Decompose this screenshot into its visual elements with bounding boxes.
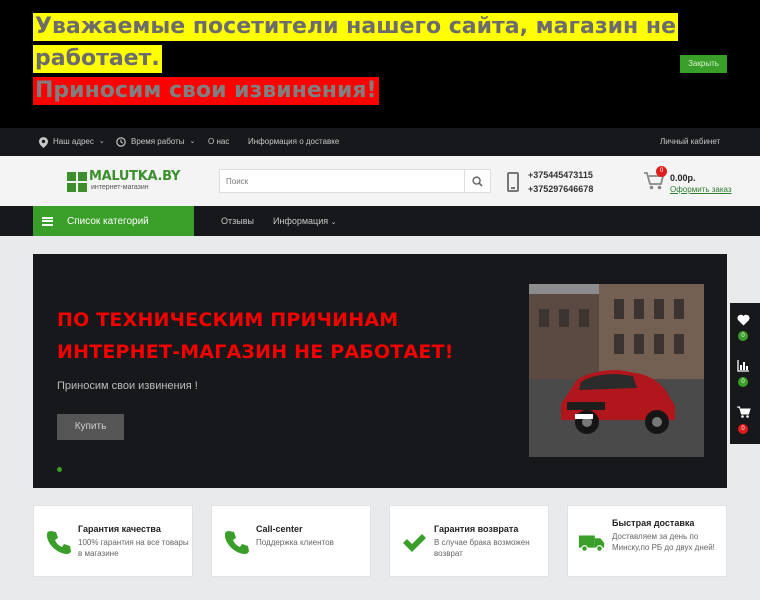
hero-title-line-1: ПО ТЕХНИЧЕСКИМ ПРИЧИНАМ	[57, 309, 399, 331]
side-cart-count-badge: 0	[738, 424, 748, 434]
cart-total: 0.00р.	[670, 173, 696, 183]
feature-title: Гарантия возврата	[434, 524, 519, 534]
feature-text: В случае брака возможен возврат	[434, 538, 530, 558]
menu-icon	[42, 216, 53, 226]
phone-numbers: +375445473115 +375297646678	[528, 168, 593, 196]
cart-count-badge: 0	[656, 166, 667, 177]
site-logo[interactable]: MALUTKA.BY интернет-магазин	[67, 170, 180, 194]
phone-number-2[interactable]: +375297646678	[528, 182, 593, 196]
category-list-label: Список категорий	[67, 215, 149, 227]
category-list-button[interactable]: Список категорий	[33, 206, 194, 236]
address-label: Наш адрес	[53, 137, 94, 146]
checkout-link[interactable]: Оформить заказ	[670, 185, 732, 194]
address-menu[interactable]: Наш адрес ⌄	[39, 128, 105, 156]
clock-icon	[116, 137, 126, 147]
hero-subtitle: Приносим свои извинения !	[57, 380, 198, 392]
mobile-phone-icon	[507, 172, 519, 192]
bar-chart-icon	[737, 360, 749, 372]
reviews-link[interactable]: Отзывы	[221, 206, 254, 236]
logo-text: MALUTKA.BY	[89, 169, 181, 184]
red-toy-car-image	[529, 284, 704, 457]
location-pin-icon	[39, 136, 48, 148]
about-link[interactable]: О нас	[208, 128, 229, 156]
close-notice-button[interactable]: Закрыть	[680, 55, 727, 73]
phone-icon	[224, 531, 249, 554]
search-input[interactable]	[220, 170, 460, 192]
chevron-down-icon: ⌄	[98, 138, 105, 145]
account-link[interactable]: Личный кабинет	[660, 128, 720, 156]
delivery-info-link[interactable]: Информация о доставке	[248, 128, 339, 156]
chevron-down-icon: ⌄	[330, 219, 337, 226]
hero-banner: ПО ТЕХНИЧЕСКИМ ПРИЧИНАМ ИНТЕРНЕТ-МАГАЗИН…	[33, 254, 727, 488]
info-menu-label: Информация	[273, 216, 329, 226]
search-icon	[472, 175, 483, 187]
hours-menu[interactable]: Время работы ⌄	[116, 128, 195, 156]
slider-dot[interactable]	[57, 467, 62, 472]
chevron-down-icon: ⌄	[189, 138, 196, 145]
hero-title: ПО ТЕХНИЧЕСКИМ ПРИЧИНАМ ИНТЕРНЕТ-МАГАЗИН…	[57, 304, 454, 368]
cart-icon	[737, 406, 751, 418]
wishlist-count-badge: 0	[738, 331, 748, 341]
feature-delivery: Быстрая доставка Доставляем за день по М…	[567, 505, 727, 577]
hero-title-line-2: ИНТЕРНЕТ-МАГАЗИН НЕ РАБОТАЕТ!	[57, 341, 454, 363]
closed-notice-banner: Уважаемые посетители нашего сайта, магаз…	[0, 0, 760, 128]
phone-number-1[interactable]: +375445473115	[528, 168, 593, 182]
notice-line-3: Приносим свои извинения!	[33, 77, 379, 105]
category-bar: Список категорий Отзывы Информация ⌄	[0, 206, 760, 236]
search-box	[219, 169, 491, 193]
logo-mark-icon	[67, 172, 87, 192]
feature-return: Гарантия возврата В случае брака возможе…	[389, 505, 549, 577]
notice-line-1: Уважаемые посетители нашего сайта, магаз…	[33, 13, 679, 41]
logo-subtitle: интернет-магазин	[91, 184, 149, 191]
truck-icon	[578, 535, 605, 552]
feature-call-center: Call-center Поддержка клиентов	[211, 505, 371, 577]
feature-text: Поддержка клиентов	[256, 538, 334, 547]
check-icon	[403, 534, 426, 552]
wishlist-button[interactable]: 0	[730, 303, 760, 350]
car-photo	[529, 284, 704, 457]
buy-button[interactable]: Купить	[57, 414, 124, 440]
hours-label: Время работы	[131, 137, 185, 146]
feature-title: Гарантия качества	[78, 524, 161, 534]
heart-icon	[737, 314, 750, 326]
feature-text: 100% гарантия на все товары в магазине	[78, 538, 189, 558]
feature-title: Быстрая доставка	[612, 518, 695, 528]
feature-text: Доставляем за день по Минску,по РБ до дв…	[612, 532, 715, 552]
feature-title: Call-center	[256, 524, 303, 534]
search-button[interactable]	[464, 170, 490, 192]
phone-icon	[46, 531, 71, 554]
feature-quality: Гарантия качества 100% гарантия на все т…	[33, 505, 193, 577]
top-navigation: Наш адрес ⌄ Время работы ⌄ О нас Информа…	[0, 128, 760, 156]
compare-button[interactable]: 0	[730, 350, 760, 397]
notice-line-2: работает.	[33, 45, 162, 73]
side-cart-button[interactable]: 0	[730, 397, 760, 444]
info-menu[interactable]: Информация ⌄	[273, 206, 337, 236]
site-header: MALUTKA.BY интернет-магазин +37544547311…	[0, 156, 760, 206]
floating-sidebar: 0 0 0	[730, 303, 760, 444]
compare-count-badge: 0	[738, 377, 748, 387]
